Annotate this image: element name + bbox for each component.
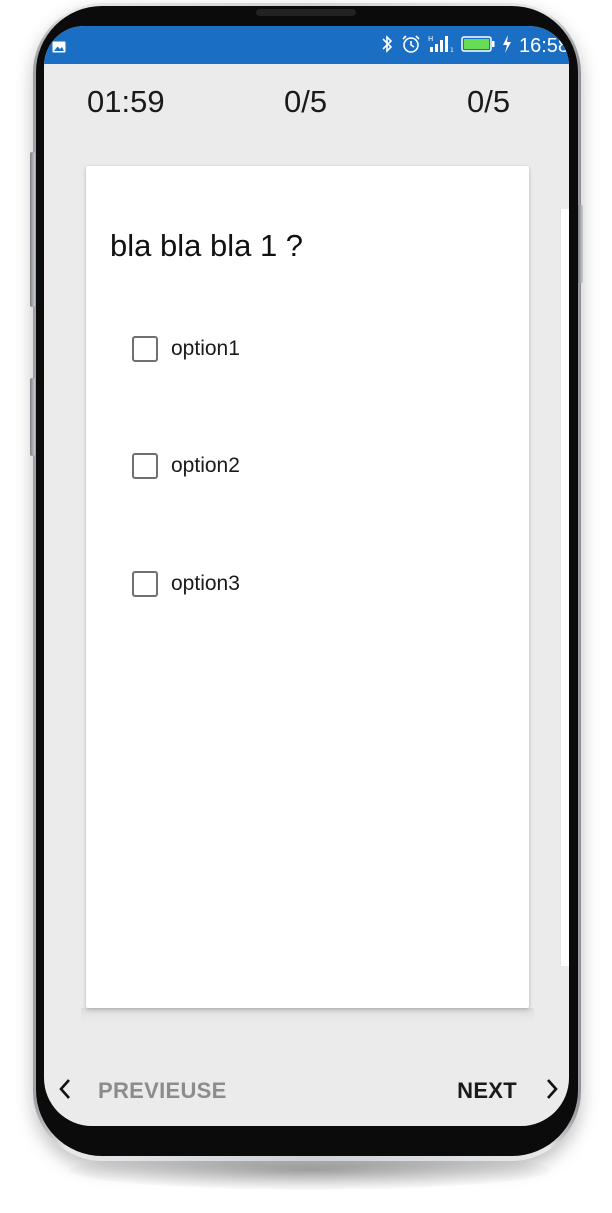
option-label: option2: [171, 454, 240, 477]
score-counter: 0/5: [467, 84, 511, 119]
image-icon: [52, 38, 66, 57]
progress-counter: 0/5: [284, 84, 328, 119]
device-scene: H 1 16:58 01:59 0/5 0/5 bla bla bla 1 ? …: [0, 0, 612, 1213]
volume-down-button: [30, 378, 35, 456]
option-2[interactable]: option2: [132, 449, 240, 483]
signal-icon: H 1: [428, 34, 454, 59]
app-screen: H 1 16:58 01:59 0/5 0/5 bla bla bla 1 ? …: [44, 26, 569, 1126]
option-label: option1: [171, 337, 240, 360]
next-button-label: NEXT: [457, 1078, 517, 1103]
checkbox[interactable]: [132, 336, 158, 362]
timer-text: 01:59: [87, 84, 165, 119]
chevron-right-icon: [545, 1078, 559, 1105]
alarm-icon: [401, 34, 421, 59]
option-1[interactable]: option1: [132, 332, 240, 366]
status-time: 16:58: [519, 34, 569, 57]
quiz-header: 01:59 0/5 0/5: [44, 64, 569, 144]
earpiece-speaker: [256, 9, 356, 16]
svg-text:H: H: [428, 35, 433, 43]
bottom-navigation: PREVIEUSE NEXT: [44, 1066, 569, 1116]
card-shadow: [81, 1008, 534, 1022]
previous-button[interactable]: PREVIEUSE: [58, 1066, 227, 1116]
charging-icon: [502, 34, 512, 59]
battery-icon: [461, 35, 495, 57]
power-button: [578, 205, 583, 283]
previous-button-label: PREVIEUSE: [98, 1078, 227, 1103]
question-card: bla bla bla 1 ? option1 option2 option3: [86, 166, 529, 1008]
option-label: option3: [171, 572, 240, 595]
question-text: bla bla bla 1 ?: [110, 228, 304, 263]
scrollbar[interactable]: [560, 209, 569, 966]
checkbox[interactable]: [132, 453, 158, 479]
bluetooth-icon: [380, 34, 394, 59]
option-3[interactable]: option3: [132, 567, 240, 601]
next-button[interactable]: NEXT: [457, 1066, 559, 1116]
volume-up-button: [30, 152, 35, 307]
svg-text:1: 1: [450, 47, 454, 54]
chevron-left-icon: [58, 1078, 72, 1105]
checkbox[interactable]: [132, 571, 158, 597]
status-bar: H 1 16:58: [44, 26, 569, 64]
status-icons: H 1 16:58: [380, 33, 569, 59]
